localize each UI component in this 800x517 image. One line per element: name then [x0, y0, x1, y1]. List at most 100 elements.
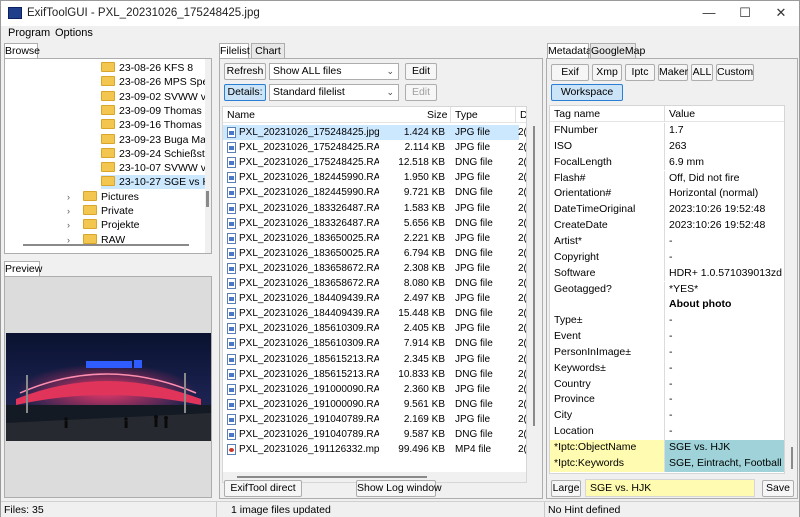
metadata-row[interactable]: Event -: [550, 329, 784, 345]
column-header-value[interactable]: Value: [669, 108, 695, 120]
details-button[interactable]: Details:: [224, 84, 266, 101]
tree-folder-item[interactable]: 23-09-02 SVWW vs: [101, 90, 211, 104]
column-header-type[interactable]: Type: [455, 109, 478, 121]
file-row[interactable]: PXL_20231026_182445990.RAW-... 9.721 KB DN…: [223, 185, 526, 200]
show-log-button[interactable]: Show Log window: [356, 480, 442, 497]
metadata-row[interactable]: City -: [550, 408, 784, 425]
chevron-right-icon[interactable]: ›: [67, 190, 77, 204]
tree-scroll-thumb[interactable]: [206, 191, 209, 207]
value-edit-field[interactable]: SGE vs. HJK: [585, 479, 755, 497]
tab-filelist[interactable]: Filelist: [219, 43, 250, 59]
file-row[interactable]: PXL_20231026_183650025.RAW-... 6.794 KB DN…: [223, 246, 526, 261]
file-row[interactable]: PXL_20231026_185615213.RAW-... 2.345 KB JP…: [223, 352, 526, 367]
menu-options[interactable]: Options: [55, 27, 93, 39]
tab-preview[interactable]: Preview: [4, 261, 42, 277]
metadata-row[interactable]: Geotagged? *YES*: [550, 281, 784, 298]
column-header-tag[interactable]: Tag name: [554, 108, 600, 120]
folder-tree[interactable]: 23-08-26 KFS 8 23-08-26 MPS Spey 23-09-02 …: [4, 58, 212, 254]
metadata-row[interactable]: Type± -: [550, 313, 784, 329]
file-vscrollbar[interactable]: [528, 106, 540, 483]
iptc-button[interactable]: Iptc: [625, 64, 655, 81]
file-row[interactable]: PXL_20231026_184409439.RAW-... 15.448 KB D…: [223, 306, 526, 321]
file-row[interactable]: PXL_20231026_182445990.RAW-... 1.950 KB JP…: [223, 170, 526, 185]
metadata-row[interactable]: Keywords± -: [550, 360, 784, 377]
column-header-date[interactable]: D: [520, 109, 526, 121]
metadata-row[interactable]: Copyright -: [550, 249, 784, 266]
file-row[interactable]: PXL_20231026_175248425.RAW-... 2.114 KB JP…: [223, 140, 526, 155]
metadata-row[interactable]: FocalLength 6.9 mm: [550, 154, 784, 171]
file-row[interactable]: PXL_20231026_185615213.RAW-... 10.833 KB D…: [223, 367, 526, 382]
file-row[interactable]: PXL_20231026_183658672.RAW-... 8.080 KB DN…: [223, 276, 526, 291]
tree-folder-item[interactable]: 23-10-27 SGE vs HJK: [101, 175, 211, 190]
custom-button[interactable]: Custom: [716, 64, 754, 81]
file-filter-select[interactable]: Show ALL files ⌄: [269, 63, 399, 80]
metadata-row[interactable]: FNumber 1.7: [550, 123, 784, 139]
save-button[interactable]: Save: [762, 480, 794, 497]
tab-metadata[interactable]: Metadata: [547, 43, 592, 59]
tab-browse[interactable]: Browse: [4, 43, 40, 59]
tab-googlemap[interactable]: GoogleMap: [590, 43, 645, 58]
refresh-button[interactable]: Refresh: [224, 63, 266, 80]
view-select[interactable]: Standard filelist ⌄: [269, 84, 399, 101]
metadata-row[interactable]: ISO 263: [550, 138, 784, 155]
metadata-row[interactable]: CreateDate 2023:10:26 19:52:48: [550, 218, 784, 234]
file-row[interactable]: PXL_20231026_191040789.RAW-... 2.169 KB JP…: [223, 412, 526, 427]
tree-folder-item[interactable]: › Pictures: [67, 190, 139, 204]
maximize-button[interactable]: ☐: [727, 1, 763, 26]
tree-folder-item[interactable]: 23-09-16 Thomas G: [101, 118, 211, 132]
close-button[interactable]: ✕: [763, 1, 799, 26]
exiftool-direct-button[interactable]: ExifTool direct: [224, 480, 302, 497]
metadata-row[interactable]: Software HDR+ 1.0.571039013zd: [550, 265, 784, 282]
file-row[interactable]: PXL_20231026_183658672.RAW-... 2.308 KB JP…: [223, 261, 526, 276]
metadata-vscrollbar[interactable]: [787, 105, 797, 474]
tree-folder-item[interactable]: › Projekte: [67, 218, 140, 232]
column-header-size[interactable]: Size: [427, 109, 447, 121]
metadata-vscroll-thumb[interactable]: [791, 447, 793, 469]
workspace-button[interactable]: Workspace: [551, 84, 623, 101]
minimize-button[interactable]: —: [691, 1, 727, 26]
tree-hscroll-thumb[interactable]: [23, 244, 189, 246]
file-row[interactable]: PXL_20231026_175248425.jpg 1.424 KB JPG fi…: [223, 125, 526, 140]
file-row[interactable]: PXL_20231026_183326487.RAW-... 1.583 KB JP…: [223, 201, 526, 216]
all-button[interactable]: ALL: [691, 64, 713, 81]
tree-folder-item[interactable]: 23-08-26 MPS Spey: [101, 75, 211, 89]
file-row[interactable]: PXL_20231026_185610309.RAW-... 2.405 KB JP…: [223, 321, 526, 336]
metadata-row[interactable]: Orientation# Horizontal (normal): [550, 186, 784, 203]
tree-folder-item[interactable]: 23-09-23 Buga Man: [101, 133, 211, 147]
metadata-row[interactable]: *Iptc:ObjectName SGE vs. HJK: [550, 440, 784, 456]
column-divider[interactable]: [450, 107, 451, 123]
metadata-row[interactable]: DateTimeOriginal 2023:10:26 19:52:48: [550, 202, 784, 219]
file-vscroll-thumb[interactable]: [533, 126, 535, 426]
metadata-row[interactable]: Province -: [550, 392, 784, 409]
file-row[interactable]: PXL_20231026_183650025.RAW-... 2.221 KB JP…: [223, 231, 526, 246]
exif-button[interactable]: Exif: [551, 64, 589, 81]
chevron-right-icon[interactable]: ›: [67, 218, 77, 232]
filter-edit-button[interactable]: Edit: [405, 63, 437, 80]
metadata-row[interactable]: About photo: [550, 297, 784, 314]
file-row[interactable]: PXL_20231026_184409439.RAW-... 2.497 KB JP…: [223, 291, 526, 306]
tree-folder-item[interactable]: › Private: [67, 204, 134, 218]
chevron-right-icon[interactable]: ›: [67, 204, 77, 218]
large-button[interactable]: Large: [551, 480, 581, 497]
file-row[interactable]: PXL_20231026_183326487.RAW-... 5.656 KB DN…: [223, 216, 526, 231]
file-row[interactable]: PXL_20231026_191000090.RAW-... 9.561 KB DN…: [223, 397, 526, 412]
file-row[interactable]: PXL_20231026_191126332.mp4 99.496 KB MP4 f…: [223, 442, 526, 457]
file-row[interactable]: PXL_20231026_185610309.RAW-... 7.914 KB DN…: [223, 336, 526, 351]
tree-folder-item[interactable]: 23-09-09 Thomas G: [101, 104, 211, 118]
file-row[interactable]: PXL_20231026_191000090.RAW-... 2.360 KB JP…: [223, 382, 526, 397]
metadata-row[interactable]: *Iptc:Keywords SGE, Eintracht, Football: [550, 455, 784, 472]
file-row[interactable]: PXL_20231026_191040789.RAW-... 9.587 KB DN…: [223, 427, 526, 442]
tree-folder-item[interactable]: 23-08-26 KFS 8: [101, 61, 193, 75]
column-divider[interactable]: [515, 107, 516, 123]
metadata-row[interactable]: PersonInImage± -: [550, 344, 784, 361]
tab-chart[interactable]: Chart: [251, 43, 285, 58]
tree-folder-item[interactable]: 23-09-24 Schießstar: [101, 147, 211, 161]
metadata-row[interactable]: Flash# Off, Did not fire: [550, 170, 784, 187]
menu-program[interactable]: Program: [8, 27, 50, 39]
metadata-row[interactable]: Country -: [550, 376, 784, 393]
tree-scrollbar[interactable]: [205, 59, 211, 253]
column-divider[interactable]: [664, 106, 665, 122]
view-edit-button[interactable]: Edit: [405, 84, 437, 101]
xmp-button[interactable]: Xmp: [592, 64, 622, 81]
tree-folder-item[interactable]: 23-10-07 SVWW vs: [101, 161, 211, 175]
